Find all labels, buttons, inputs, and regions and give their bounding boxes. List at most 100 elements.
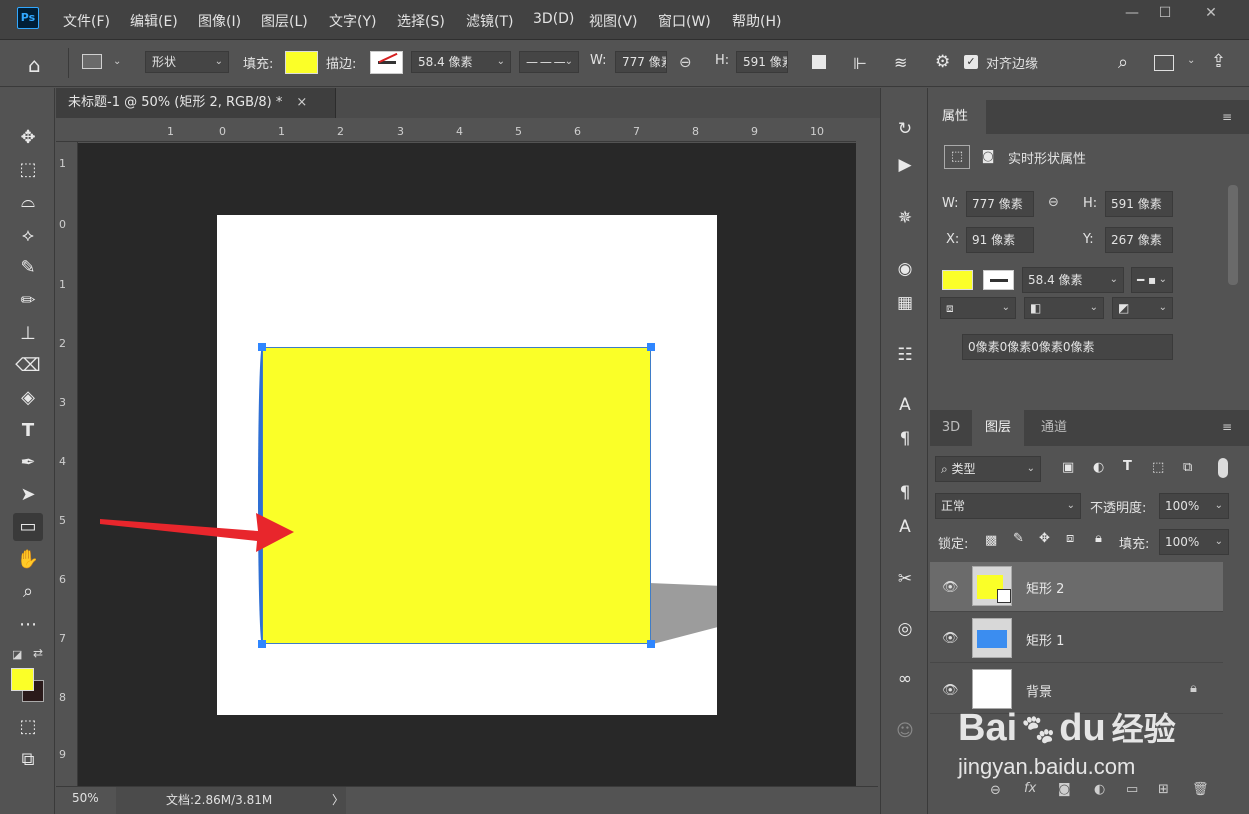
link-layers-icon[interactable]: ⊖ [990,783,1001,798]
move-tool-icon[interactable]: ✥ [13,124,43,152]
menu-layer[interactable]: 图层(L) [261,11,308,31]
path-selection-tool-icon[interactable]: ➤ [13,481,43,509]
search-icon[interactable]: ⌕ [1118,52,1128,73]
filter-smart-object-icon[interactable]: ⧉ [1183,460,1192,475]
layer-name-rect1[interactable]: 矩形 1 [1026,630,1064,649]
zoom-tool-icon[interactable]: ⌕ [13,578,43,606]
foreground-color-swatch[interactable] [11,668,34,691]
menu-edit[interactable]: 编辑(E) [130,11,178,31]
transform-handle[interactable] [258,343,266,351]
tab-properties[interactable]: 属性 [930,100,986,134]
rectangle-2-shape[interactable] [262,347,651,644]
transform-handle[interactable] [647,343,655,351]
share-icon[interactable]: ⇪ [1211,51,1226,72]
eye-icon[interactable]: 👁︎ [942,683,959,698]
navigator-icon[interactable]: ✵ [890,203,920,233]
libraries-icon[interactable]: ☷ [890,340,920,370]
path-arrangement-icon[interactable]: ≋ [894,53,907,72]
alien-icon[interactable]: ☺ [890,716,920,746]
stroke-align-select[interactable]: ⧈ ⌄ [940,297,1016,319]
menu-3d[interactable]: 3D(D) [533,11,574,27]
transform-handle[interactable] [258,640,266,648]
document-tab[interactable]: 未标题-1 @ 50% (矩形 2, RGB/8) * × [56,88,336,118]
gear-icon[interactable]: ⚙ [935,52,950,72]
chevron-down-icon[interactable]: ⌄ [1187,55,1195,66]
path-operations-icon[interactable] [812,55,826,69]
screen-mode-icon[interactable]: ⧉ [13,746,43,774]
path-alignment-icon[interactable]: ⊩ [853,54,867,73]
paragraph-icon[interactable]: ¶ [890,424,920,454]
blend-mode-select[interactable]: 正常 ⌄ [935,493,1081,519]
prop-width-field[interactable]: 777 像素 [966,191,1034,217]
grid-icon[interactable]: ▦ [890,288,920,318]
pen-tool-icon[interactable]: ✒ [13,449,43,477]
tool-presets-icon[interactable]: ✂ [890,564,920,594]
chevron-down-icon[interactable]: ⌄ [113,56,121,67]
home-icon[interactable]: ⌂ [28,53,41,77]
filter-pixel-icon[interactable]: ▣ [1062,460,1074,475]
stroke-width-field[interactable]: 58.4 像素 ⌄ [411,51,511,73]
menu-window[interactable]: 窗口(W) [658,11,711,31]
lasso-tool-icon[interactable]: ⌓ [13,188,43,216]
menu-view[interactable]: 视图(V) [589,11,638,31]
stroke-type-select[interactable]: — — — ⌄ [519,51,579,73]
eye-icon[interactable]: 👁︎ [942,631,959,646]
character-styles-icon[interactable]: A [890,512,920,542]
document-canvas[interactable] [217,215,717,715]
brush-settings-icon[interactable]: ◎ [890,614,920,644]
filter-adjustment-icon[interactable]: ◐ [1093,460,1104,475]
paint-bucket-tool-icon[interactable]: ◈ [13,384,43,412]
corner-radius-field[interactable]: 0像素0像素0像素0像素 [962,334,1173,360]
close-window-button[interactable]: ✕ [1196,5,1226,23]
hand-tool-icon[interactable]: ✋ [13,546,43,574]
eraser-tool-icon[interactable]: ⌫ [13,352,43,380]
filter-type-icon[interactable]: T [1123,459,1132,474]
brush-tool-icon[interactable]: ✏ [13,287,43,315]
width-field[interactable]: 777 像素 [615,51,667,73]
rectangle-tool-icon[interactable]: ▭ [13,513,43,541]
prop-stroke-swatch[interactable] [983,270,1014,290]
mask-properties-icon[interactable]: ◙ [975,145,1001,169]
layer-filter-select[interactable]: ⌕ 类型 ⌄ [935,456,1041,482]
tool-mode-select[interactable]: 形状 ⌄ [145,51,229,73]
eye-icon[interactable]: 👁︎ [942,580,959,595]
tab-3d[interactable]: 3D [930,410,972,446]
eyedropper-tool-icon[interactable]: ✎ [13,254,43,282]
minimize-button[interactable]: — [1117,5,1147,23]
lock-transparent-icon[interactable]: ▩ [985,533,997,548]
prop-stroke-type-select[interactable]: ━ ▪ ⌄ [1131,267,1173,293]
menu-file[interactable]: 文件(F) [63,11,110,31]
status-menu-arrow[interactable]: 〉 [332,791,344,808]
filter-toggle[interactable] [1218,458,1228,478]
close-tab-icon[interactable]: × [296,95,307,110]
prop-height-field[interactable]: 591 像素 [1105,191,1173,217]
character-icon[interactable]: A [890,390,920,420]
panel-menu-icon[interactable]: ≡ [1222,420,1232,434]
stamp-tool-icon[interactable]: ⊥ [13,320,43,348]
zoom-level[interactable]: 50% [72,791,99,805]
lock-artboard-icon[interactable]: ⧈ [1066,531,1074,546]
trash-icon[interactable]: 🗑︎ [1192,782,1209,797]
prop-stroke-width-field[interactable]: 58.4 像素 ⌄ [1022,267,1124,293]
transform-handle[interactable] [647,640,655,648]
stroke-cap-select[interactable]: ◧ ⌄ [1024,297,1104,319]
workspace-icon[interactable] [1154,55,1174,71]
align-edges-checkbox[interactable]: ✓ [964,55,978,69]
prop-x-field[interactable]: 91 像素 [966,227,1034,253]
menu-help[interactable]: 帮助(H) [732,11,781,31]
menu-image[interactable]: 图像(I) [198,11,241,31]
lock-position-icon[interactable]: ✥ [1039,531,1050,546]
group-folder-icon[interactable]: ▭ [1126,782,1138,797]
menu-select[interactable]: 选择(S) [397,11,445,31]
creative-cloud-icon[interactable]: ∞ [890,664,920,694]
marquee-tool-icon[interactable]: ⬚ [13,156,43,184]
prop-fill-swatch[interactable] [942,270,973,290]
quick-mask-icon[interactable]: ⬚ [13,713,43,741]
menu-filter[interactable]: 滤镜(T) [466,11,513,31]
new-layer-icon[interactable]: ⊞ [1158,782,1169,797]
type-tool-icon[interactable]: T [13,417,43,445]
stroke-color-swatch[interactable] [370,51,403,74]
link-icon[interactable]: ⊖ [1048,195,1059,210]
height-field[interactable]: 591 像素 [736,51,788,73]
paragraph-styles-icon[interactable]: ¶ [890,478,920,508]
